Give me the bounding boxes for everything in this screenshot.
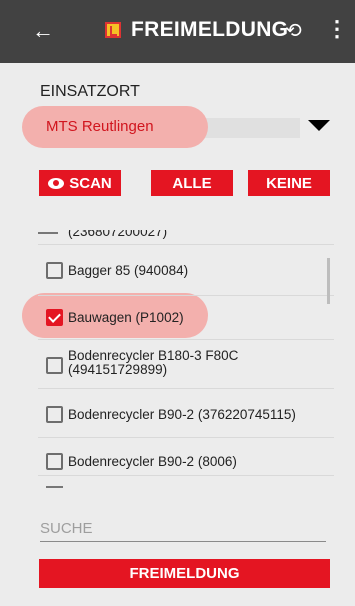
list-item-label: (236807200027)	[68, 224, 168, 239]
list-item[interactable]: (236807200027)	[38, 222, 334, 245]
list-scrollbar[interactable]	[327, 258, 330, 304]
dropdown-arrow-icon[interactable]	[308, 120, 330, 131]
select-all-button[interactable]: ALLE	[151, 170, 233, 196]
list-item-label: Bauwagen (P1002)	[68, 310, 184, 325]
scan-button[interactable]: SCAN	[39, 170, 121, 196]
search-input[interactable]: SUCHE	[40, 520, 326, 542]
select-none-button[interactable]: KEINE	[248, 170, 330, 196]
more-vert-icon[interactable]: ⋮	[326, 16, 348, 42]
eye-icon	[48, 177, 65, 189]
checkbox-checked[interactable]	[46, 309, 63, 326]
app-bar: ← FREIMELDUNG ⟲ ⋮	[0, 0, 355, 63]
sync-icon[interactable]: ⟲	[285, 18, 302, 43]
list-item[interactable]: Bodenrecycler B90-2 (376220745115)	[38, 389, 334, 438]
list-item-partial	[46, 486, 63, 488]
list-item-label: Bodenrecycler B90-2 (376220745115)	[68, 407, 296, 422]
checkbox[interactable]	[46, 453, 63, 470]
einsatzort-label: EINSATZORT	[40, 83, 140, 100]
keine-button-label: KEINE	[266, 174, 312, 192]
einsatzort-selected-value[interactable]: MTS Reutlingen	[46, 118, 154, 135]
partial-checkbox	[38, 232, 58, 234]
list-item[interactable]: Bodenrecycler B180-3 F80C (494151729899)	[38, 340, 334, 389]
list-item[interactable]: Bagger 85 (940084)	[38, 245, 334, 296]
back-arrow-icon[interactable]: ←	[32, 18, 54, 44]
checkbox[interactable]	[46, 406, 63, 423]
alle-button-label: ALLE	[172, 174, 212, 192]
checkbox[interactable]	[46, 357, 63, 374]
app-logo-icon	[105, 22, 121, 38]
freimeldung-submit-button[interactable]: FREIMELDUNG	[39, 559, 330, 588]
list-item-label: Bagger 85 (940084)	[68, 263, 189, 278]
list-item-label: Bodenrecycler B90-2 (8006)	[68, 454, 237, 469]
list-item[interactable]: Bauwagen (P1002)	[38, 296, 334, 340]
scan-button-label: SCAN	[69, 174, 112, 192]
equipment-list[interactable]: (236807200027) Bagger 85 (940084) Bauwag…	[38, 222, 334, 490]
page-title: FREIMELDUNG	[131, 18, 289, 41]
list-item[interactable]: Bodenrecycler B90-2 (8006)	[38, 438, 334, 476]
checkbox[interactable]	[46, 262, 63, 279]
list-item-label: Bodenrecycler B180-3 F80C (494151729899)	[68, 348, 239, 377]
